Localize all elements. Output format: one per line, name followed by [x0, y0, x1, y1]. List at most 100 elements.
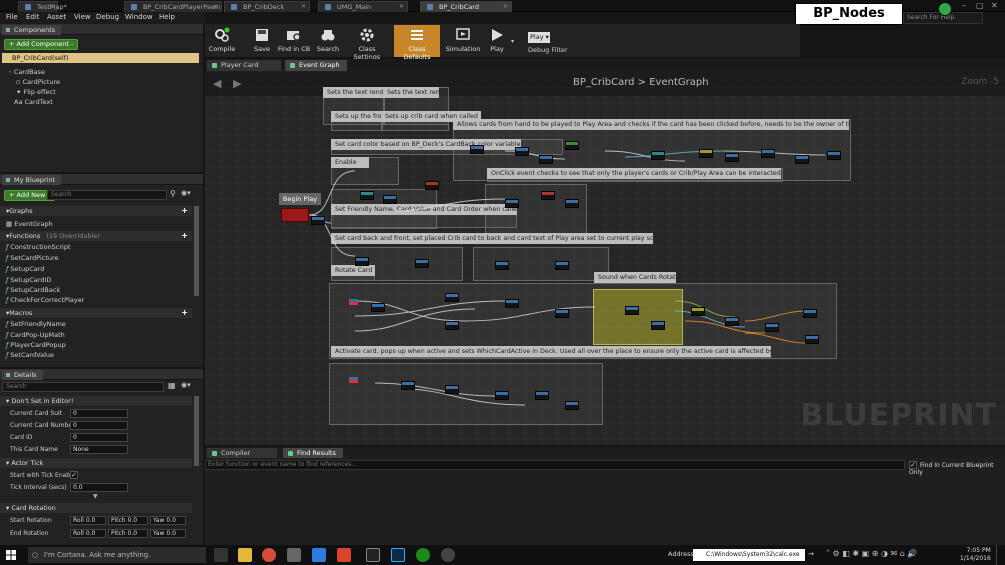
macro-item[interactable]: ƒ SetFriendlyName: [0, 319, 200, 329]
graph-node[interactable]: [539, 155, 553, 164]
add-component-button[interactable]: + Add Component -: [4, 39, 79, 50]
add-macro-icon[interactable]: +: [181, 308, 188, 317]
maximize-icon[interactable]: ▢: [976, 1, 984, 10]
find-in-current-checkbox[interactable]: ✓: [909, 461, 917, 469]
doc-tab-umg-main[interactable]: UMG_Main ✕: [318, 1, 408, 12]
close-icon[interactable]: ✕: [301, 2, 306, 12]
component-flip-effect[interactable]: ✦ Flip effect: [0, 87, 200, 97]
functions-section-header[interactable]: ▾Functions (19 Overridable) +: [0, 231, 192, 241]
simulation-button[interactable]: Simulation: [445, 25, 481, 57]
graph-node[interactable]: [505, 299, 519, 308]
address-bar-input[interactable]: C:\Windows\System32\calc.exe: [693, 549, 805, 561]
close-window-icon[interactable]: ✕: [991, 1, 998, 10]
component-cardbase[interactable]: ◦ CardBase: [0, 67, 200, 77]
this-card-name-field[interactable]: None: [70, 445, 128, 454]
tab-player-card-popup[interactable]: Player Card Popup: [207, 60, 281, 79]
expand-advanced-icon[interactable]: ▼: [93, 493, 98, 500]
doc-tab-cribcard[interactable]: BP_CribCard ✕: [420, 1, 512, 12]
function-item[interactable]: ƒ SetupCardBack: [0, 285, 200, 295]
graphs-section-header[interactable]: ▾Graphs +: [0, 206, 192, 216]
start-roll-field[interactable]: Roll 0.0: [70, 516, 106, 525]
close-icon[interactable]: ✕: [49, 2, 54, 12]
doc-tab-cribdeck[interactable]: BP_CribDeck ✕: [224, 1, 310, 12]
start-pitch-field[interactable]: Pitch 0.0: [108, 516, 148, 525]
graph-node[interactable]: [761, 149, 775, 158]
debug-object-dropdown[interactable]: Play ▾: [528, 32, 550, 43]
task-view-icon[interactable]: [214, 548, 228, 562]
graph-node[interactable]: [470, 145, 484, 154]
component-cardpicture[interactable]: ▫ CardPicture: [0, 77, 200, 87]
graph-node[interactable]: [360, 191, 374, 200]
graph-node[interactable]: [311, 216, 325, 225]
function-item[interactable]: ƒ ConstructionScript: [0, 242, 200, 252]
start-tick-checkbox[interactable]: ✓: [70, 471, 78, 479]
add-graph-icon[interactable]: +: [181, 206, 188, 215]
play-options-icon[interactable]: ▾: [511, 38, 514, 45]
tab-event-graph[interactable]: Event Graph: [285, 60, 347, 71]
save-button[interactable]: Save: [251, 25, 273, 57]
graph-node[interactable]: [827, 151, 841, 160]
grid-view-icon[interactable]: ▦: [168, 381, 176, 390]
end-yaw-field[interactable]: Yaw 0.0: [150, 529, 186, 538]
graph-node[interactable]: [349, 299, 358, 305]
current-card-number-field[interactable]: 0: [70, 421, 128, 430]
add-function-icon[interactable]: +: [181, 231, 188, 240]
graph-node[interactable]: [725, 153, 739, 162]
graph-node[interactable]: [445, 293, 459, 302]
graph-node[interactable]: [535, 391, 549, 400]
source-control-status-icon[interactable]: [938, 2, 952, 16]
tick-interval-field[interactable]: 0.0: [70, 483, 128, 492]
card-id-field[interactable]: 0: [70, 433, 128, 442]
function-item[interactable]: ƒ CheckForCorrectPlayer: [0, 295, 200, 305]
graph-node[interactable]: [415, 259, 429, 268]
graph-node[interactable]: [505, 199, 519, 208]
end-pitch-field[interactable]: Pitch 0.0: [108, 529, 148, 538]
photoshop-icon[interactable]: [391, 548, 405, 562]
graph-node[interactable]: [725, 317, 739, 326]
find-references-input[interactable]: Enter function or event name to find ref…: [205, 460, 905, 470]
close-icon[interactable]: ✕: [503, 2, 508, 12]
go-arrow-icon[interactable]: →: [808, 550, 814, 558]
menu-asset[interactable]: Asset: [47, 13, 66, 21]
graph-node[interactable]: [425, 181, 439, 190]
class-settings-button[interactable]: Class Settings: [345, 25, 389, 61]
graph-node[interactable]: [555, 309, 569, 318]
settings-gear-icon[interactable]: [441, 548, 455, 562]
components-tab[interactable]: Components: [2, 25, 62, 35]
graph-node[interactable]: [565, 401, 579, 410]
chrome-icon[interactable]: [262, 548, 276, 562]
event-graph-canvas[interactable]: ◀ ▶ BP_CribCard > EventGraph Zoom -5 Set…: [205, 71, 1005, 445]
unreal-engine-icon[interactable]: [366, 548, 380, 562]
graph-node[interactable]: [565, 141, 579, 150]
function-item[interactable]: ƒ SetupCard: [0, 264, 200, 274]
graph-node[interactable]: [349, 377, 358, 383]
graph-node[interactable]: [699, 149, 713, 158]
show-desktop-button[interactable]: [996, 545, 1005, 565]
self-component-row[interactable]: BP_CribCard(self): [2, 53, 199, 63]
doc-tab-cribcardplayerpawn[interactable]: BP_CribCardPlayerPawn ✕: [124, 1, 222, 12]
function-item[interactable]: ƒ SetupCardID: [0, 275, 200, 285]
menu-view[interactable]: View: [74, 13, 91, 21]
graph-node[interactable]: [795, 155, 809, 164]
menu-file[interactable]: File: [6, 13, 18, 21]
macros-section-header[interactable]: ▾Macros +: [0, 308, 192, 318]
file-explorer-icon[interactable]: [238, 548, 252, 562]
epic-launcher-icon[interactable]: [287, 548, 301, 562]
menu-window[interactable]: Window: [125, 13, 153, 21]
graph-node[interactable]: [401, 381, 415, 390]
graph-node[interactable]: [515, 147, 529, 156]
xbox-icon[interactable]: [416, 548, 430, 562]
close-icon[interactable]: ✕: [399, 2, 404, 12]
windows-start-icon[interactable]: [6, 550, 16, 560]
menu-help[interactable]: Help: [159, 13, 175, 21]
doc-tab-testmap[interactable]: TestMap* ✕: [18, 1, 67, 12]
compile-button[interactable]: Compile: [207, 25, 237, 57]
graph-node[interactable]: [445, 321, 459, 330]
graph-node[interactable]: [355, 257, 369, 266]
graph-node[interactable]: [495, 391, 509, 400]
end-roll-field[interactable]: Roll 0.0: [70, 529, 106, 538]
my-blueprint-tab[interactable]: My Blueprint: [2, 175, 62, 185]
graph-node[interactable]: [803, 309, 817, 318]
graph-node[interactable]: [383, 195, 397, 204]
macro-item[interactable]: ƒ CardPop-UpMath: [0, 330, 200, 340]
